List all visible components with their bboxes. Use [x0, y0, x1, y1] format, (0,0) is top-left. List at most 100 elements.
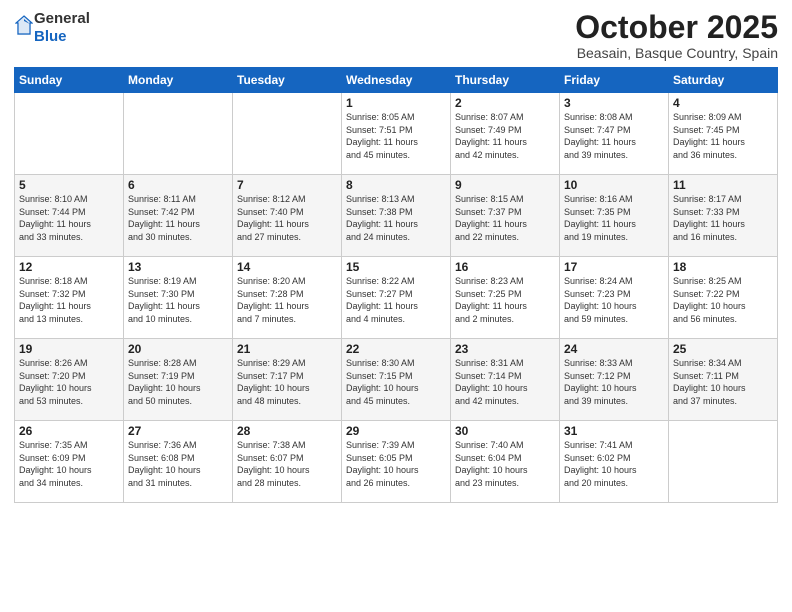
table-row: 1Sunrise: 8:05 AM Sunset: 7:51 PM Daylig…: [342, 93, 451, 175]
table-row: 26Sunrise: 7:35 AM Sunset: 6:09 PM Dayli…: [15, 421, 124, 503]
header-monday: Monday: [124, 68, 233, 93]
day-number: 20: [128, 342, 228, 356]
table-row: 8Sunrise: 8:13 AM Sunset: 7:38 PM Daylig…: [342, 175, 451, 257]
table-row: 20Sunrise: 8:28 AM Sunset: 7:19 PM Dayli…: [124, 339, 233, 421]
day-info: Sunrise: 8:20 AM Sunset: 7:28 PM Dayligh…: [237, 275, 337, 325]
table-row: 16Sunrise: 8:23 AM Sunset: 7:25 PM Dayli…: [451, 257, 560, 339]
table-row: [669, 421, 778, 503]
header-thursday: Thursday: [451, 68, 560, 93]
day-info: Sunrise: 8:08 AM Sunset: 7:47 PM Dayligh…: [564, 111, 664, 161]
calendar-table: Sunday Monday Tuesday Wednesday Thursday…: [14, 67, 778, 503]
day-number: 23: [455, 342, 555, 356]
day-info: Sunrise: 8:33 AM Sunset: 7:12 PM Dayligh…: [564, 357, 664, 407]
day-number: 5: [19, 178, 119, 192]
day-number: 8: [346, 178, 446, 192]
day-number: 14: [237, 260, 337, 274]
day-info: Sunrise: 8:31 AM Sunset: 7:14 PM Dayligh…: [455, 357, 555, 407]
day-info: Sunrise: 8:11 AM Sunset: 7:42 PM Dayligh…: [128, 193, 228, 243]
header-sunday: Sunday: [15, 68, 124, 93]
day-number: 25: [673, 342, 773, 356]
weekday-header-row: Sunday Monday Tuesday Wednesday Thursday…: [15, 68, 778, 93]
table-row: 25Sunrise: 8:34 AM Sunset: 7:11 PM Dayli…: [669, 339, 778, 421]
logo-icon: [15, 15, 33, 37]
table-row: 27Sunrise: 7:36 AM Sunset: 6:08 PM Dayli…: [124, 421, 233, 503]
day-info: Sunrise: 8:29 AM Sunset: 7:17 PM Dayligh…: [237, 357, 337, 407]
calendar-week-row: 19Sunrise: 8:26 AM Sunset: 7:20 PM Dayli…: [15, 339, 778, 421]
day-number: 28: [237, 424, 337, 438]
month-title: October 2025: [575, 10, 778, 45]
location: Beasain, Basque Country, Spain: [575, 45, 778, 61]
calendar-week-row: 12Sunrise: 8:18 AM Sunset: 7:32 PM Dayli…: [15, 257, 778, 339]
table-row: 12Sunrise: 8:18 AM Sunset: 7:32 PM Dayli…: [15, 257, 124, 339]
table-row: 7Sunrise: 8:12 AM Sunset: 7:40 PM Daylig…: [233, 175, 342, 257]
table-row: 18Sunrise: 8:25 AM Sunset: 7:22 PM Dayli…: [669, 257, 778, 339]
day-info: Sunrise: 7:36 AM Sunset: 6:08 PM Dayligh…: [128, 439, 228, 489]
calendar-week-row: 5Sunrise: 8:10 AM Sunset: 7:44 PM Daylig…: [15, 175, 778, 257]
table-row: 6Sunrise: 8:11 AM Sunset: 7:42 PM Daylig…: [124, 175, 233, 257]
table-row: 3Sunrise: 8:08 AM Sunset: 7:47 PM Daylig…: [560, 93, 669, 175]
day-info: Sunrise: 8:23 AM Sunset: 7:25 PM Dayligh…: [455, 275, 555, 325]
day-info: Sunrise: 8:13 AM Sunset: 7:38 PM Dayligh…: [346, 193, 446, 243]
header-wednesday: Wednesday: [342, 68, 451, 93]
day-number: 9: [455, 178, 555, 192]
day-number: 6: [128, 178, 228, 192]
day-number: 1: [346, 96, 446, 110]
day-number: 16: [455, 260, 555, 274]
day-number: 2: [455, 96, 555, 110]
day-info: Sunrise: 8:05 AM Sunset: 7:51 PM Dayligh…: [346, 111, 446, 161]
day-number: 17: [564, 260, 664, 274]
day-info: Sunrise: 8:09 AM Sunset: 7:45 PM Dayligh…: [673, 111, 773, 161]
day-info: Sunrise: 8:19 AM Sunset: 7:30 PM Dayligh…: [128, 275, 228, 325]
day-number: 27: [128, 424, 228, 438]
day-info: Sunrise: 8:16 AM Sunset: 7:35 PM Dayligh…: [564, 193, 664, 243]
day-info: Sunrise: 8:24 AM Sunset: 7:23 PM Dayligh…: [564, 275, 664, 325]
day-number: 29: [346, 424, 446, 438]
table-row: 13Sunrise: 8:19 AM Sunset: 7:30 PM Dayli…: [124, 257, 233, 339]
day-number: 21: [237, 342, 337, 356]
day-number: 26: [19, 424, 119, 438]
header-friday: Friday: [560, 68, 669, 93]
day-number: 19: [19, 342, 119, 356]
day-info: Sunrise: 8:34 AM Sunset: 7:11 PM Dayligh…: [673, 357, 773, 407]
table-row: 4Sunrise: 8:09 AM Sunset: 7:45 PM Daylig…: [669, 93, 778, 175]
table-row: 14Sunrise: 8:20 AM Sunset: 7:28 PM Dayli…: [233, 257, 342, 339]
day-info: Sunrise: 8:12 AM Sunset: 7:40 PM Dayligh…: [237, 193, 337, 243]
table-row: 17Sunrise: 8:24 AM Sunset: 7:23 PM Dayli…: [560, 257, 669, 339]
day-number: 15: [346, 260, 446, 274]
day-info: Sunrise: 8:26 AM Sunset: 7:20 PM Dayligh…: [19, 357, 119, 407]
table-row: 21Sunrise: 8:29 AM Sunset: 7:17 PM Dayli…: [233, 339, 342, 421]
header-tuesday: Tuesday: [233, 68, 342, 93]
table-row: [124, 93, 233, 175]
logo: General Blue: [14, 10, 90, 46]
header: General Blue October 2025 Beasain, Basqu…: [14, 10, 778, 61]
table-row: 9Sunrise: 8:15 AM Sunset: 7:37 PM Daylig…: [451, 175, 560, 257]
page: General Blue October 2025 Beasain, Basqu…: [0, 0, 792, 612]
day-info: Sunrise: 8:18 AM Sunset: 7:32 PM Dayligh…: [19, 275, 119, 325]
logo-general: General: [34, 10, 90, 27]
day-number: 4: [673, 96, 773, 110]
calendar-week-row: 26Sunrise: 7:35 AM Sunset: 6:09 PM Dayli…: [15, 421, 778, 503]
day-info: Sunrise: 8:17 AM Sunset: 7:33 PM Dayligh…: [673, 193, 773, 243]
table-row: [15, 93, 124, 175]
day-info: Sunrise: 8:15 AM Sunset: 7:37 PM Dayligh…: [455, 193, 555, 243]
table-row: 24Sunrise: 8:33 AM Sunset: 7:12 PM Dayli…: [560, 339, 669, 421]
title-block: October 2025 Beasain, Basque Country, Sp…: [575, 10, 778, 61]
table-row: 2Sunrise: 8:07 AM Sunset: 7:49 PM Daylig…: [451, 93, 560, 175]
table-row: [233, 93, 342, 175]
day-info: Sunrise: 8:10 AM Sunset: 7:44 PM Dayligh…: [19, 193, 119, 243]
day-number: 18: [673, 260, 773, 274]
logo-text: General Blue: [34, 10, 90, 46]
day-number: 3: [564, 96, 664, 110]
table-row: 23Sunrise: 8:31 AM Sunset: 7:14 PM Dayli…: [451, 339, 560, 421]
day-info: Sunrise: 8:28 AM Sunset: 7:19 PM Dayligh…: [128, 357, 228, 407]
table-row: 31Sunrise: 7:41 AM Sunset: 6:02 PM Dayli…: [560, 421, 669, 503]
day-number: 30: [455, 424, 555, 438]
table-row: 30Sunrise: 7:40 AM Sunset: 6:04 PM Dayli…: [451, 421, 560, 503]
day-number: 24: [564, 342, 664, 356]
day-info: Sunrise: 7:38 AM Sunset: 6:07 PM Dayligh…: [237, 439, 337, 489]
day-info: Sunrise: 7:40 AM Sunset: 6:04 PM Dayligh…: [455, 439, 555, 489]
day-info: Sunrise: 7:35 AM Sunset: 6:09 PM Dayligh…: [19, 439, 119, 489]
day-info: Sunrise: 8:07 AM Sunset: 7:49 PM Dayligh…: [455, 111, 555, 161]
day-number: 31: [564, 424, 664, 438]
table-row: 11Sunrise: 8:17 AM Sunset: 7:33 PM Dayli…: [669, 175, 778, 257]
